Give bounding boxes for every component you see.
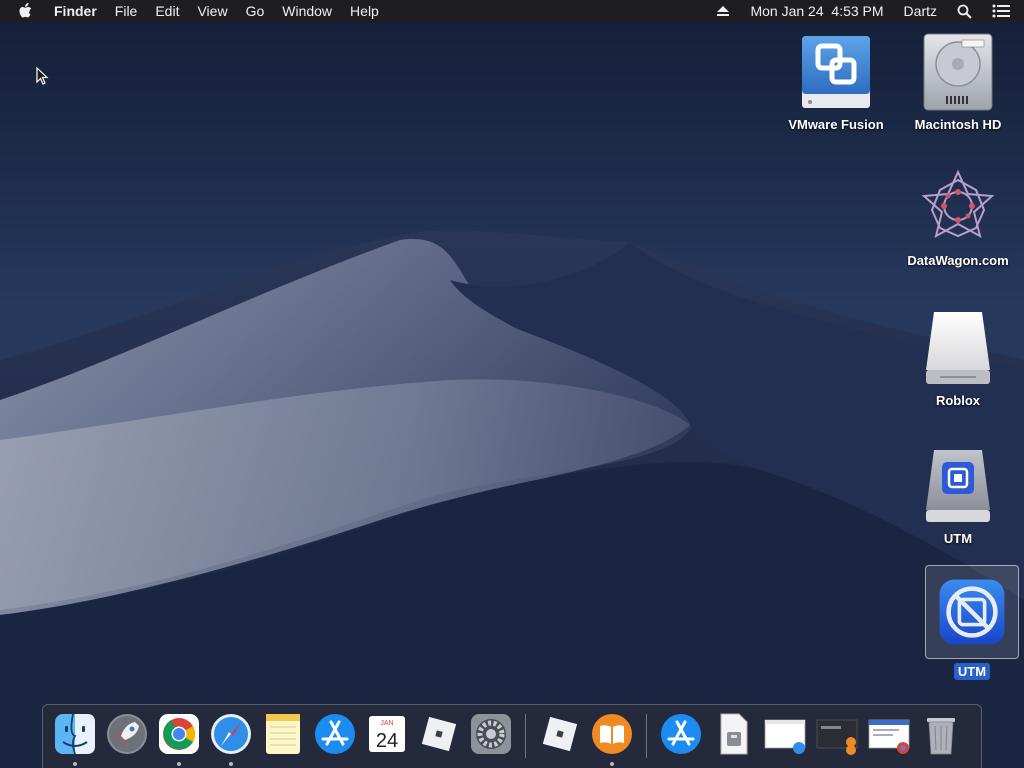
dock-app-trash[interactable] — [915, 712, 967, 768]
window-thumbnail-icon — [764, 719, 806, 754]
menu-user[interactable]: Dartz — [894, 0, 947, 22]
desktop-icon-label: Roblox — [935, 393, 981, 408]
desktop-icon-utm-disk[interactable]: UTM — [898, 446, 1018, 547]
dock: JAN 24 — [42, 704, 982, 768]
dock-app-app-store-download[interactable] — [655, 712, 707, 768]
utm-app-icon — [939, 579, 1005, 645]
menu-clock[interactable]: Mon Jan 24 4:53 PM — [740, 0, 893, 22]
menu-app-finder[interactable]: Finder — [54, 0, 106, 22]
dock-app-roblox-window[interactable] — [811, 712, 863, 768]
desktop-icon-label: UTM — [953, 663, 991, 680]
dock-app-launchpad[interactable] — [101, 712, 153, 768]
apple-icon[interactable] — [18, 2, 40, 20]
hard-drive-icon — [923, 33, 993, 111]
chrome-icon — [159, 714, 199, 754]
desktop-icon-label: Macintosh HD — [914, 117, 1002, 132]
desktop-icon-label: UTM — [943, 531, 973, 546]
menu-view[interactable]: View — [188, 0, 236, 22]
network-star-icon — [921, 169, 995, 238]
desktop-icon-label: DataWagon.com — [907, 253, 1009, 268]
search-icon[interactable] — [947, 4, 982, 19]
zip-file-icon — [720, 713, 748, 755]
calendar-day: 24 — [376, 730, 398, 752]
desktop-icon-vmware-fusion[interactable]: VMware Fusion — [776, 32, 896, 133]
dock-app-chrome-window[interactable] — [863, 712, 915, 768]
dock-app-safari[interactable] — [205, 712, 257, 768]
trash-icon — [927, 718, 955, 755]
calendar-icon: JAN 24 — [369, 716, 405, 752]
running-indicator — [73, 762, 77, 766]
menu-file[interactable]: File — [106, 0, 147, 22]
dock-app-roblox[interactable] — [413, 712, 465, 768]
selection-highlight — [925, 565, 1019, 659]
dock-app-chrome[interactable] — [153, 712, 205, 768]
desktop-icon-roblox-drive[interactable]: Roblox — [898, 308, 1018, 409]
window-thumbnail-icon — [868, 719, 910, 754]
notification-center-icon[interactable] — [982, 4, 1024, 18]
running-indicator — [229, 762, 233, 766]
app-store-icon — [315, 714, 355, 754]
eject-icon[interactable] — [706, 5, 740, 17]
desktop-icon-label: VMware Fusion — [788, 117, 884, 132]
desktop-icon-datawagon[interactable]: DataWagon.com — [898, 168, 1018, 269]
rocket-icon — [107, 714, 147, 754]
menu-go[interactable]: Go — [237, 0, 274, 22]
dock-app-roblox-studio[interactable] — [534, 712, 586, 768]
dock-app-books[interactable] — [586, 712, 638, 768]
utm-disk-icon — [926, 450, 990, 522]
notes-icon — [266, 714, 300, 754]
roblox-icon — [421, 716, 457, 752]
vmware-disk-icon — [802, 36, 870, 108]
calendar-month: JAN — [380, 720, 393, 727]
gear-icon — [471, 714, 511, 754]
dock-separator — [646, 714, 647, 758]
dock-app-app-store[interactable] — [309, 712, 361, 768]
running-indicator — [177, 762, 181, 766]
dock-app-calendar[interactable]: JAN 24 — [361, 712, 413, 768]
desktop-icon-macintosh-hd[interactable]: Macintosh HD — [898, 32, 1018, 133]
app-store-icon — [661, 714, 701, 754]
book-icon — [592, 714, 632, 754]
dock-app-archive[interactable] — [707, 712, 759, 768]
dock-app-finder[interactable] — [49, 712, 101, 768]
menu-edit[interactable]: Edit — [146, 0, 188, 22]
window-thumbnail-icon — [816, 719, 858, 755]
mouse-cursor-icon — [36, 67, 49, 85]
compass-icon — [211, 714, 251, 754]
desktop-icon-utm-app[interactable]: UTM — [912, 565, 1024, 680]
menu-help[interactable]: Help — [341, 0, 388, 22]
dock-app-system-preferences[interactable] — [465, 712, 517, 768]
dock-app-notes[interactable] — [257, 712, 309, 768]
roblox-icon — [542, 716, 578, 752]
dock-app-safari-window[interactable] — [759, 712, 811, 768]
menu-bar: Finder File Edit View Go Window Help Mon… — [0, 0, 1024, 22]
menu-window[interactable]: Window — [273, 0, 341, 22]
dock-separator — [525, 714, 526, 758]
running-indicator — [610, 762, 614, 766]
external-drive-icon — [926, 312, 990, 384]
finder-icon — [55, 713, 95, 755]
